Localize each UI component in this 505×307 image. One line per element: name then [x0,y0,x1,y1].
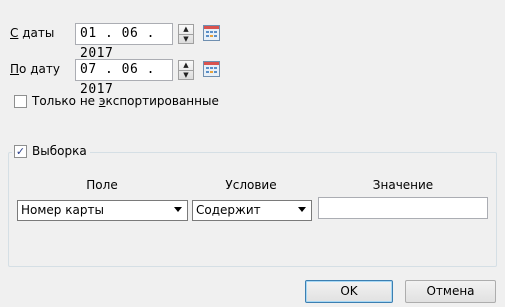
cancel-button[interactable]: Отмена [405,280,496,303]
ok-button[interactable]: OK [305,280,393,303]
date-to-spinner[interactable]: ▲ ▼ [178,60,194,80]
column-header-condition: Условие [225,178,277,192]
value-input[interactable] [318,197,488,219]
selection-checkbox[interactable]: ✓ [14,144,27,158]
date-from-input[interactable]: 01 . 06 . 2017 [75,23,173,61]
only-not-exported-checkbox[interactable] [14,95,27,108]
spin-down-icon[interactable]: ▼ [179,71,193,80]
condition-select[interactable]: Содержит [192,200,312,221]
spin-up-icon[interactable]: ▲ [179,61,193,71]
condition-select-value: Содержит [196,203,261,217]
selection-label[interactable]: Выборка [32,143,87,159]
calendar-icon[interactable] [203,25,220,41]
date-to-input[interactable]: 07 . 06 . 2017 [75,59,173,97]
chevron-down-icon [174,207,182,212]
checkmark-icon: ✓ [15,144,26,158]
selection-legend: ✓ Выборка [12,142,90,160]
date-from-label-text: даты [18,26,55,40]
only-not-exported-label[interactable]: Только не экспортированные [32,93,219,109]
spin-up-icon[interactable]: ▲ [179,25,193,35]
only-not-exported-label-suffix: кспортированные [105,94,219,108]
column-header-field: Поле [86,178,118,192]
date-from-label: С даты [10,25,54,41]
spin-down-icon[interactable]: ▼ [179,35,193,44]
calendar-icon[interactable] [203,61,220,77]
date-to-label-mnemonic: П [10,62,20,76]
date-to-label-text: о дату [19,62,60,76]
date-to-label: По дату [10,61,60,77]
date-from-spinner[interactable]: ▲ ▼ [178,24,194,44]
only-not-exported-label-prefix: Только не [32,94,99,108]
chevron-down-icon [298,207,306,212]
field-select[interactable]: Номер карты [17,200,188,221]
field-select-value: Номер карты [21,203,104,217]
column-header-value: Значение [372,178,434,192]
